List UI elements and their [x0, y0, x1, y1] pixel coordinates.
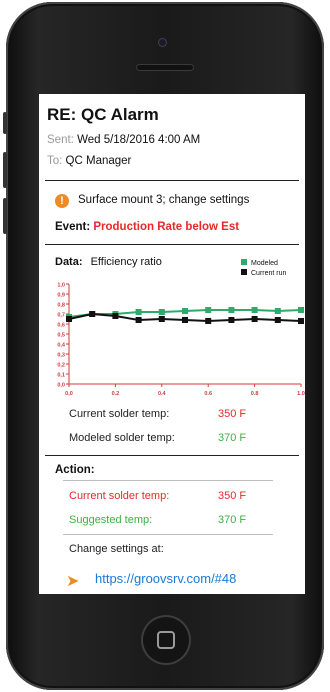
series-point-1: [205, 318, 212, 324]
y-tick-label: 0,2: [57, 363, 65, 369]
y-tick-label: 0,6: [57, 323, 65, 329]
phone-frame: RE: QC Alarm Sent: Wed 5/18/2016 4:00 AM…: [3, 2, 324, 690]
email-screen: RE: QC Alarm Sent: Wed 5/18/2016 4:00 AM…: [39, 94, 305, 594]
x-tick-label: 1.0: [297, 391, 305, 397]
series-point-1: [89, 311, 96, 317]
action-current-temp-label: Current solder temp:: [69, 490, 170, 502]
x-tick-label: 0.4: [158, 391, 167, 397]
series-point-1: [274, 317, 281, 323]
home-button[interactable]: [141, 615, 191, 665]
volume-up-button: [3, 152, 7, 188]
change-settings-label: Change settings at:: [69, 543, 164, 555]
x-tick-label: 0.6: [204, 391, 212, 397]
series-point-1: [298, 318, 304, 324]
action-current-temp-value: 350 F: [218, 490, 247, 502]
y-tick-label: 1,0: [57, 283, 65, 289]
home-square-icon: [157, 631, 175, 649]
current-solder-temp-value: 350 F: [218, 408, 247, 420]
suggested-temp-value: 370 F: [218, 514, 247, 526]
series-point-0: [158, 309, 165, 315]
arrow-right-icon: ➤: [66, 573, 80, 590]
x-tick-label: 0,0: [65, 391, 73, 397]
settings-link[interactable]: https://groovsrv.com/#48: [95, 571, 236, 586]
series-point-0: [228, 307, 235, 313]
front-camera: [158, 38, 167, 47]
legend-label: Modeled: [251, 260, 278, 267]
series-point-0: [251, 307, 258, 313]
series-point-1: [228, 317, 235, 323]
x-tick-label: 0.2: [112, 391, 120, 397]
series-point-1: [135, 317, 142, 323]
series-point-1: [251, 316, 258, 322]
y-tick-label: 0,1: [57, 373, 65, 379]
legend-swatch: [241, 259, 247, 265]
data-divider: [45, 455, 299, 456]
series-point-1: [66, 316, 72, 322]
legend-label: Current run: [251, 270, 287, 277]
modeled-solder-temp-value: 370 F: [218, 432, 247, 444]
y-tick-label: 0,4: [57, 343, 66, 349]
modeled-solder-temp-label: Modeled solder temp:: [69, 432, 175, 444]
series-point-1: [112, 313, 119, 319]
series-point-1: [158, 316, 165, 322]
current-solder-temp-label: Current solder temp:: [69, 408, 170, 420]
earpiece-speaker: [136, 64, 194, 71]
y-tick-label: 0,9: [57, 293, 65, 299]
series-point-0: [298, 307, 304, 313]
y-tick-label: 0,0: [57, 383, 65, 389]
y-tick-label: 0,7: [57, 313, 65, 319]
volume-down-button: [3, 198, 7, 234]
action-divider: [63, 480, 273, 481]
legend-swatch: [241, 269, 247, 275]
suggested-divider: [63, 534, 273, 535]
y-tick-label: 0,8: [57, 303, 65, 309]
x-tick-label: 0.8: [251, 391, 259, 397]
action-label: Action:: [55, 464, 95, 476]
mute-switch: [3, 112, 7, 134]
series-point-0: [274, 308, 281, 314]
series-point-0: [182, 308, 188, 314]
suggested-temp-label: Suggested temp:: [69, 514, 153, 526]
series-point-0: [205, 307, 212, 313]
series-point-0: [135, 309, 142, 315]
y-tick-label: 0,3: [57, 353, 65, 359]
efficiency-chart: 1,0 0,9 0,8 0,7 0,6 0,5 0,4 0,3 0,2 0,1 0,00,0 0.2 0…: [57, 259, 305, 397]
series-point-1: [182, 317, 188, 323]
y-tick-label: 0,5: [57, 333, 65, 339]
